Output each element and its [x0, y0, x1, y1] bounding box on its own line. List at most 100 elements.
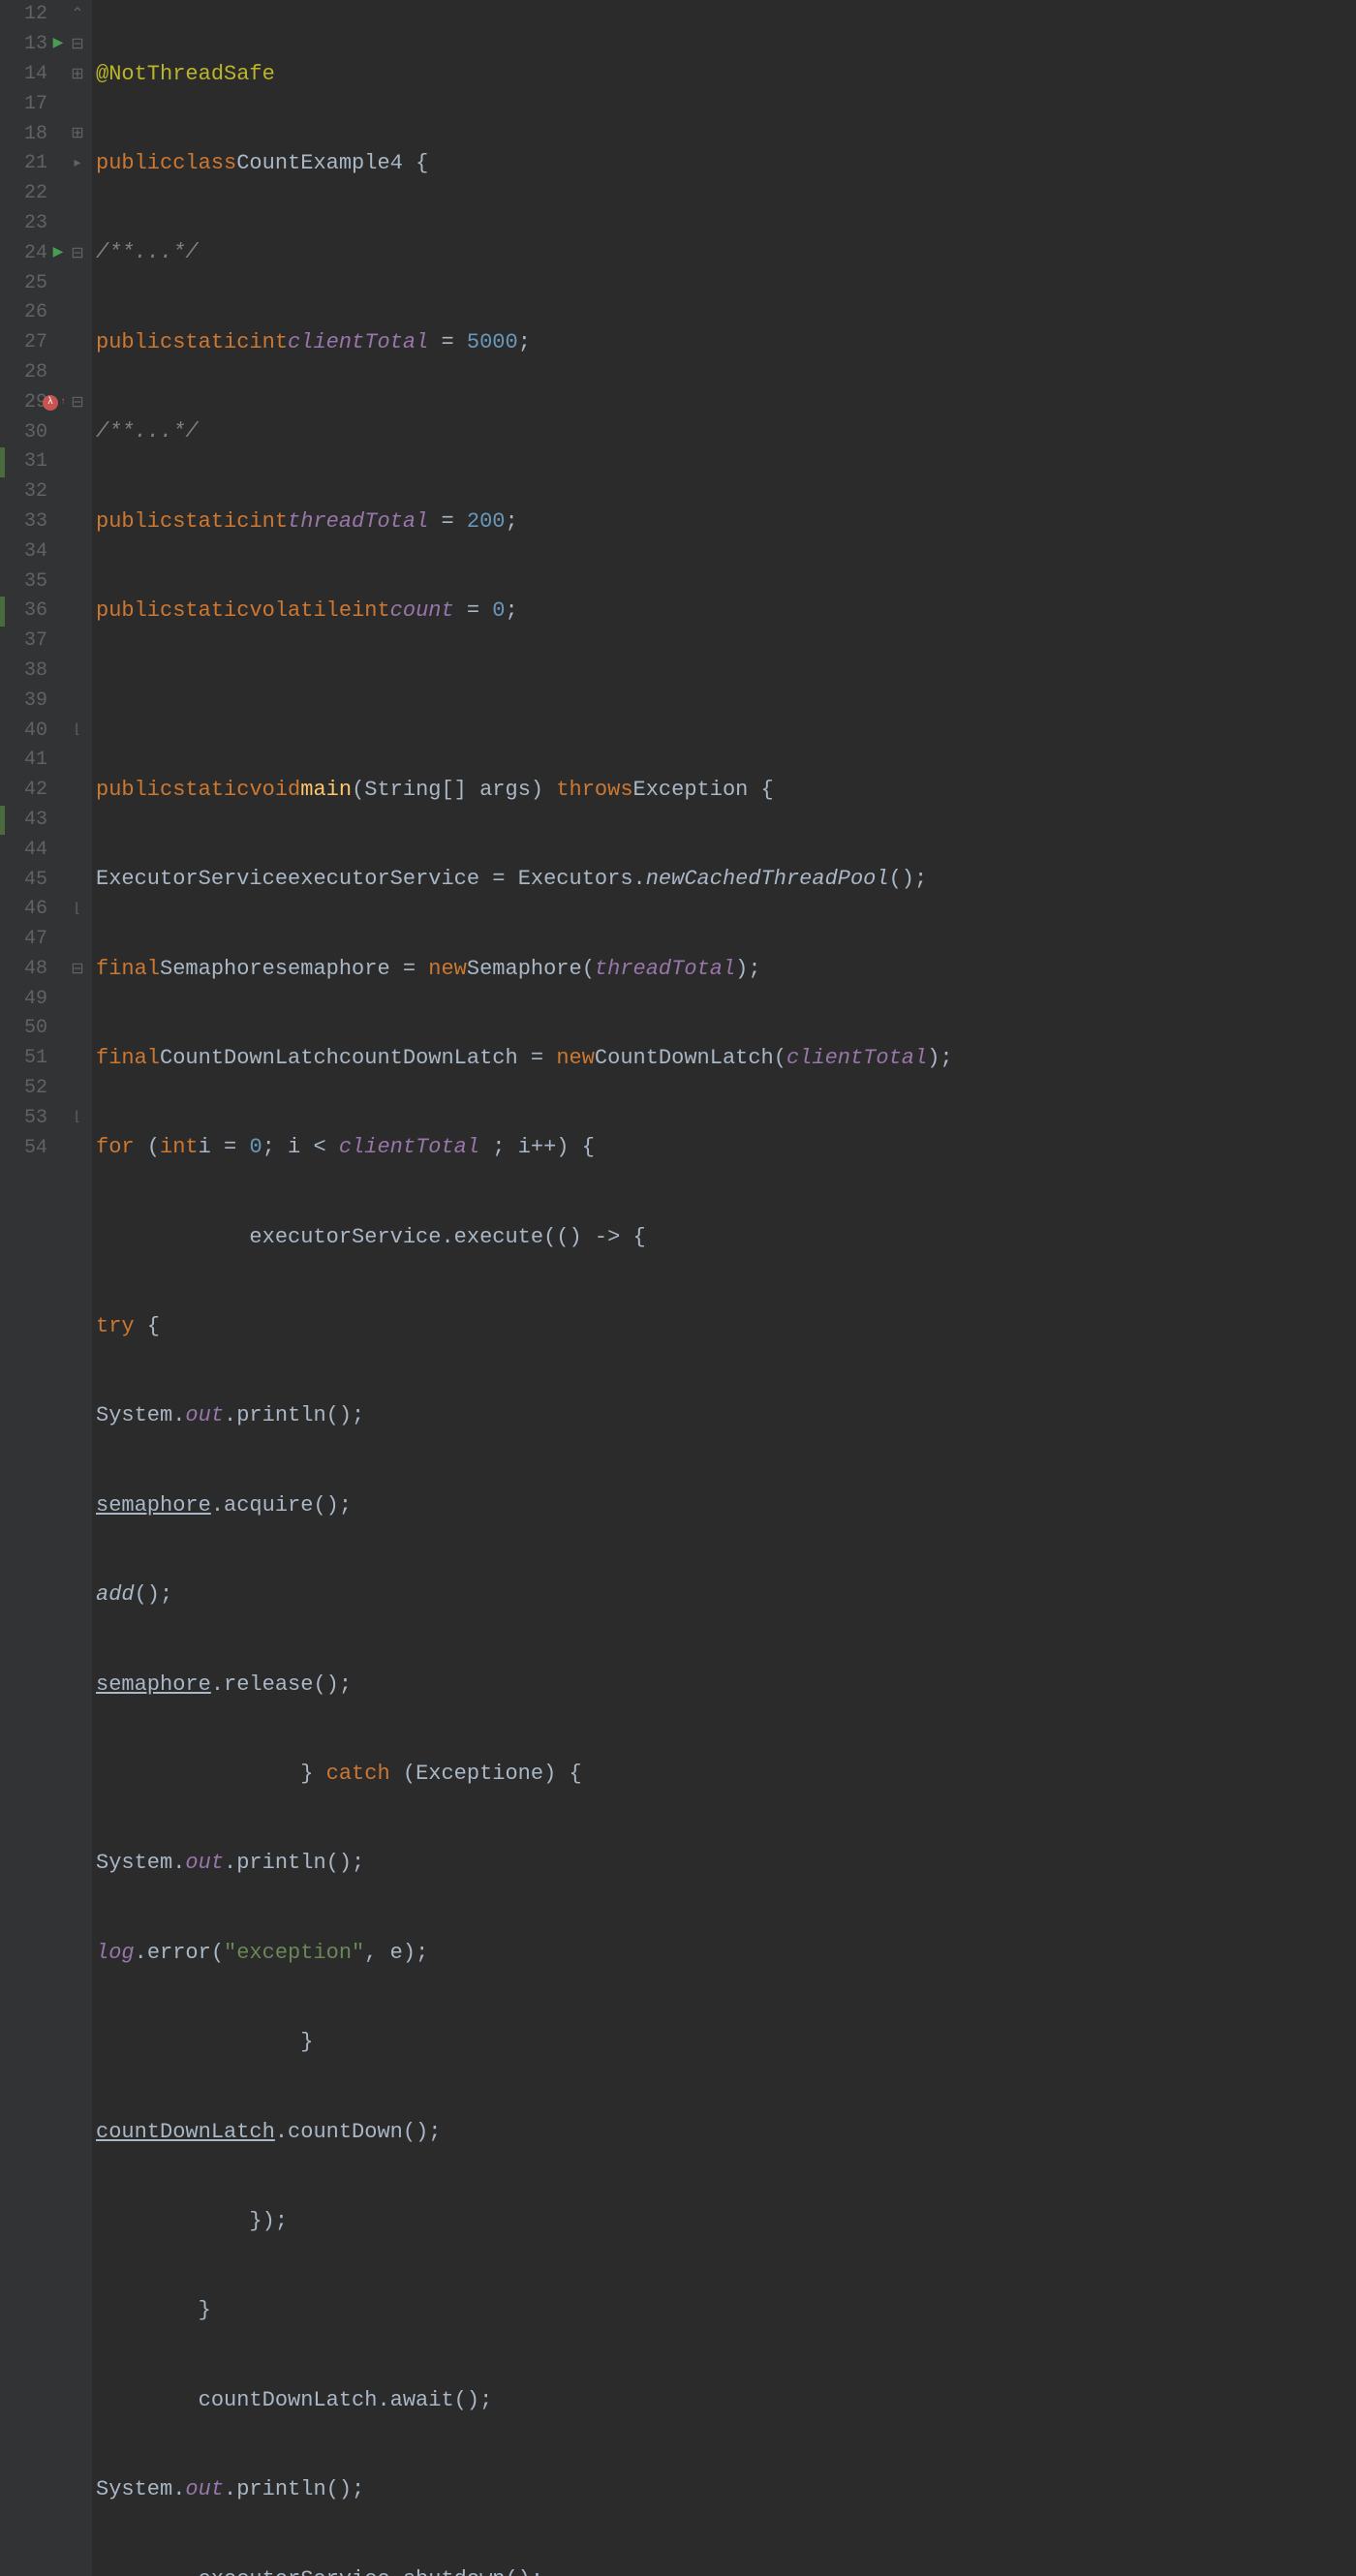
gutter-line[interactable]: 14⊞ — [0, 60, 92, 90]
code-line[interactable]: ExecutorService executorService = Execut… — [96, 865, 1356, 895]
gutter-line[interactable]: 27 — [0, 328, 92, 358]
code-line[interactable]: executorService.shutdown(); — [96, 2565, 1356, 2576]
gutter-line[interactable]: 30 — [0, 417, 92, 447]
lambda-icon[interactable]: λ — [43, 395, 58, 411]
code-line[interactable]: countDownLatch.countDown(); — [96, 2118, 1356, 2148]
code-line[interactable]: } — [96, 2028, 1356, 2058]
gutter-line[interactable]: 43 — [0, 806, 92, 836]
fold-icon[interactable]: ⌃ — [69, 4, 86, 25]
fold-end-icon[interactable]: ⌊ — [69, 721, 86, 741]
run-icon[interactable]: ▶ — [49, 35, 67, 54]
change-marker — [0, 447, 5, 477]
gutter-line[interactable]: 22 — [0, 179, 92, 209]
gutter-line[interactable]: 40 ⌊ — [0, 716, 92, 746]
gutter-line[interactable]: 38 — [0, 657, 92, 687]
gutter-line[interactable]: 36 — [0, 597, 92, 627]
gutter-line[interactable]: 31 — [0, 447, 92, 477]
gutter-line[interactable]: 34 — [0, 537, 92, 567]
line-number: 47 — [16, 926, 47, 953]
code-line[interactable]: for (int i = 0; i < clientTotal ; i++) { — [96, 1133, 1356, 1163]
code-line[interactable]: semaphore.acquire(); — [96, 1491, 1356, 1521]
line-number: 51 — [16, 1045, 47, 1072]
gutter-line[interactable]: 46⌊ — [0, 895, 92, 925]
gutter-line[interactable]: 28 — [0, 358, 92, 388]
code-line[interactable]: System.out.println(); — [96, 1849, 1356, 1879]
gutter-line[interactable]: 17 — [0, 89, 92, 119]
gutter-line[interactable]: 37 — [0, 627, 92, 657]
code-line[interactable]: } catch (Exception e) { — [96, 1760, 1356, 1790]
gutter-line[interactable]: 23 — [0, 209, 92, 239]
gutter-line[interactable]: 25 — [0, 268, 92, 298]
code-line[interactable]: System.out.println(); — [96, 1401, 1356, 1431]
code-line[interactable] — [96, 686, 1356, 716]
line-number: 40 — [16, 718, 47, 745]
gutter-line[interactable]: 44 — [0, 835, 92, 865]
code-line[interactable]: executorService.execute(() -> { — [96, 1223, 1356, 1253]
code-line[interactable]: add(); — [96, 1580, 1356, 1610]
line-number: 49 — [16, 986, 47, 1013]
fold-icon[interactable]: ⊟ — [69, 392, 86, 414]
fold-icon[interactable]: ⊟ — [69, 959, 86, 980]
code-line[interactable]: /**...*/ — [96, 417, 1356, 447]
line-number: 36 — [16, 598, 47, 625]
fold-icon[interactable]: ⊟ — [69, 243, 86, 264]
code-line[interactable]: } — [96, 2296, 1356, 2326]
gutter-line[interactable]: 21▸ — [0, 149, 92, 179]
expand-icon[interactable]: ⊞ — [69, 123, 86, 144]
gutter-line[interactable]: 54 — [0, 1133, 92, 1163]
gutter-line[interactable]: λ↑29⊟ — [0, 387, 92, 417]
editor-gutter: 12⌃ 13▶⊟ 14⊞ 17 18⊞ 21▸ 22 23 24▶⊟ 25 26… — [0, 0, 92, 2576]
gutter-line[interactable]: 49 — [0, 984, 92, 1014]
code-line[interactable]: public static void main(String[] args) t… — [96, 776, 1356, 806]
gutter-line[interactable]: 50 — [0, 1014, 92, 1044]
gutter-line[interactable]: 53 ⌊ — [0, 1103, 92, 1133]
line-number: 13 — [16, 31, 47, 58]
run-icon[interactable]: ▶ — [49, 244, 67, 263]
code-line[interactable]: }); — [96, 2207, 1356, 2237]
code-line[interactable]: final CountDownLatch countDownLatch = ne… — [96, 1044, 1356, 1074]
code-line[interactable]: countDownLatch.await(); — [96, 2386, 1356, 2416]
gutter-line[interactable]: 24▶⊟ — [0, 238, 92, 268]
gutter-line[interactable]: 42 — [0, 776, 92, 806]
line-number: 53 — [16, 1105, 47, 1132]
gutter-line[interactable]: 51 — [0, 1044, 92, 1074]
line-number: 31 — [16, 448, 47, 475]
expand-icon[interactable]: ⊞ — [69, 64, 86, 85]
gutter-line[interactable]: 39 — [0, 686, 92, 716]
code-line[interactable]: final Semaphore semaphore = new Semaphor… — [96, 955, 1356, 985]
fold-end-icon[interactable]: ⌊ — [69, 901, 86, 920]
fold-end-icon[interactable]: ⌊ — [69, 1109, 86, 1128]
code-line[interactable]: public static volatile int count = 0; — [96, 597, 1356, 627]
annotation: @NotThreadSafe — [96, 60, 275, 90]
code-line[interactable]: log.error("exception", e); — [96, 1939, 1356, 1969]
line-number: 52 — [16, 1075, 47, 1102]
gutter-line[interactable]: 12⌃ — [0, 0, 92, 30]
fold-icon[interactable]: ⊟ — [69, 34, 86, 55]
line-number: 23 — [16, 210, 47, 237]
code-line[interactable]: public class CountExample4 { — [96, 149, 1356, 179]
line-number: 26 — [16, 299, 47, 326]
gutter-line[interactable]: 18⊞ — [0, 119, 92, 149]
gutter-line[interactable]: 41 — [0, 746, 92, 776]
line-number: 42 — [16, 777, 47, 804]
gutter-line[interactable]: 47 — [0, 925, 92, 955]
code-line[interactable]: System.out.println(); — [96, 2475, 1356, 2505]
gutter-line[interactable]: 26 — [0, 298, 92, 328]
code-line[interactable]: public static int threadTotal = 200; — [96, 507, 1356, 537]
gutter-line[interactable]: 32 — [0, 477, 92, 507]
code-line[interactable]: /**...*/ — [96, 238, 1356, 268]
code-editor[interactable]: @NotThreadSafe public class CountExample… — [92, 0, 1356, 2576]
change-marker — [0, 597, 5, 627]
gutter-line[interactable]: 52 — [0, 1074, 92, 1104]
gutter-line[interactable]: 48 ⊟ — [0, 955, 92, 985]
gutter-line[interactable]: 33 — [0, 507, 92, 537]
line-number: 41 — [16, 747, 47, 774]
code-line[interactable]: semaphore.release(); — [96, 1671, 1356, 1701]
code-line[interactable]: @NotThreadSafe — [96, 60, 1356, 90]
code-line[interactable]: try { — [96, 1312, 1356, 1342]
line-number: 48 — [16, 956, 47, 983]
code-line[interactable]: public static int clientTotal = 5000; — [96, 328, 1356, 358]
gutter-line[interactable]: 35 — [0, 567, 92, 597]
gutter-line[interactable]: 45 — [0, 865, 92, 895]
gutter-line[interactable]: 13▶⊟ — [0, 30, 92, 60]
